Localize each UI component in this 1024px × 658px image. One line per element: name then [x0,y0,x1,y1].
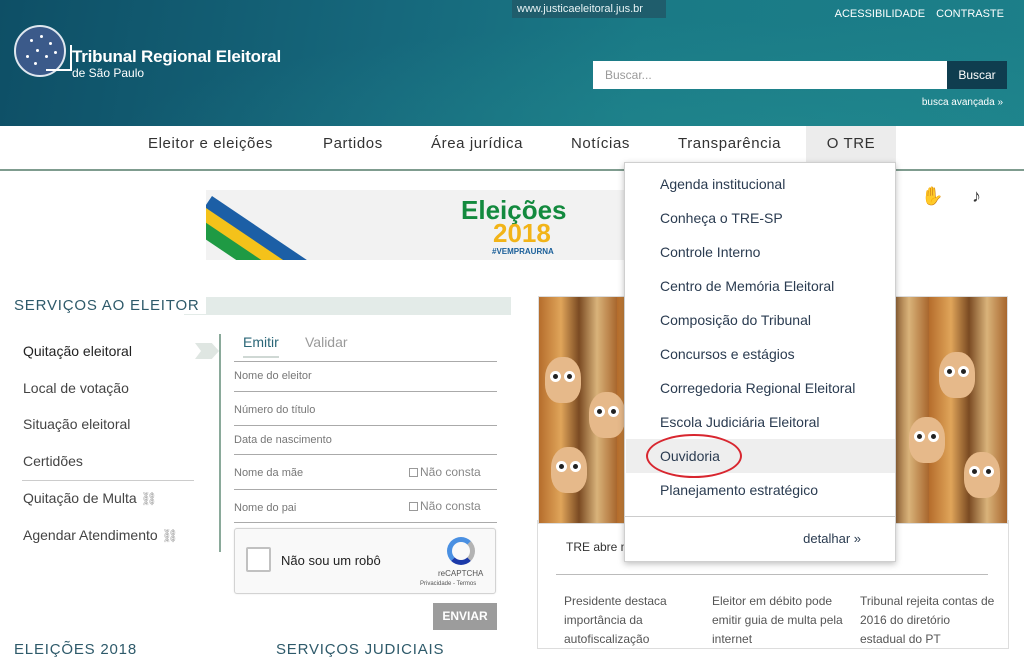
svc-certidoes[interactable]: Certidões [23,453,83,469]
search-input[interactable] [593,61,947,89]
svc-quitacao-multa[interactable]: Quitação de Multa ⛓ [23,490,157,507]
field-line [234,489,497,490]
checkbox-icon [409,502,418,511]
org-name[interactable]: Tribunal Regional Eleitoral [72,47,281,67]
news-caption[interactable]: TRE abre m [566,540,631,554]
field-nome-pai[interactable]: Nome do pai [234,502,296,514]
svc-situacao-eleitoral[interactable]: Situação eleitoral [23,416,130,432]
svc-agendar[interactable]: Agendar Atendimento ⛓ [23,527,178,544]
top-links: ACESSIBILIDADE CONTRASTE [827,8,1004,20]
nav-o-tre[interactable]: O TRE [806,126,896,162]
recaptcha-checkbox[interactable] [246,547,271,572]
logo-frame [46,45,72,71]
menu-planejamento[interactable]: Planejamento estratégico [660,482,818,498]
toy-face [964,452,1000,498]
selected-arrow-icon [195,343,219,359]
portal-url[interactable]: www.justicaeleitoral.jus.br [512,0,666,18]
main-nav: Eleitor e eleições Partidos Área jurídic… [0,126,1024,162]
form-vertical-line [219,334,221,552]
services-divider [22,480,194,481]
field-line [234,425,497,426]
tab-validar[interactable]: Validar [305,334,348,350]
menu-conheca[interactable]: Conheça o TRE-SP [660,210,783,226]
toy-face [589,392,625,438]
svc-quitacao-multa-label: Quitação de Multa [23,490,137,506]
toy-face [939,352,975,398]
nav-partidos[interactable]: Partidos [323,126,383,162]
nav-noticias[interactable]: Notícias [571,126,630,162]
menu-concursos[interactable]: Concursos e estágios [660,346,795,362]
banner-year: 2018 [493,218,551,248]
menu-detalhar-link[interactable]: detalhar » [803,531,861,546]
contrast-link[interactable]: CONTRASTE [936,8,1004,20]
recaptcha-widget: Não sou um robô reCAPTCHA Privacidade - … [234,528,496,594]
accessibility-link[interactable]: ACESSIBILIDADE [835,8,925,20]
org-subtitle[interactable]: de São Paulo [72,66,144,80]
link-icon: ⛓ [140,491,158,506]
svc-local-votacao[interactable]: Local de votação [23,380,129,396]
field-line [234,522,497,523]
menu-separator [625,516,895,517]
checkbox-label: Não consta [420,499,481,513]
services-title-band [184,297,511,315]
news-item-3[interactable]: Tribunal rejeita contas de 2016 do diret… [860,592,996,649]
audio-description-icon[interactable]: ♪ [972,186,981,207]
search-button[interactable]: Buscar [947,61,1007,89]
link-icon: ⛓ [161,528,179,543]
recaptcha-terms[interactable]: Privacidade - Termos [420,581,476,587]
news-item-2[interactable]: Eleitor em débito pode emitir guia de mu… [712,592,848,649]
tabs-underline [234,361,497,362]
news-separator [556,574,988,575]
menu-corregedoria[interactable]: Corregedoria Regional Eleitoral [660,380,855,396]
field-line [234,391,497,392]
sign-language-icon[interactable]: ✋ [921,186,943,207]
site-header: www.justicaeleitoral.jus.br Tribunal Reg… [0,0,1024,126]
banner-hashtag: #VEMPRAURNA [492,247,554,256]
nav-eleitor[interactable]: Eleitor e eleições [148,126,273,162]
recaptcha-brand: reCAPTCHA [438,569,484,578]
menu-agenda[interactable]: Agenda institucional [660,176,785,192]
field-line [234,454,497,455]
toy-face [909,417,945,463]
judicial-services-title[interactable]: SERVIÇOS JUDICIAIS [276,641,444,658]
field-nome-eleitor[interactable]: Nome do eleitor [234,370,312,382]
checkbox-pai-nao-consta[interactable]: Não consta [409,499,481,513]
tab-emitir[interactable]: Emitir [243,334,279,358]
elections-2018-title[interactable]: ELEIÇÕES 2018 [14,641,137,658]
o-tre-dropdown-menu: Agenda institucional Conheça o TRE-SP Co… [624,162,896,562]
checkbox-mae-nao-consta[interactable]: Não consta [409,465,481,479]
toy-face [551,447,587,493]
field-data-nascimento[interactable]: Data de nascimento [234,434,332,446]
nav-area-juridica[interactable]: Área jurídica [431,126,523,162]
menu-controle-interno[interactable]: Controle Interno [660,244,760,260]
menu-escola-judiciaria[interactable]: Escola Judiciária Eleitoral [660,414,820,430]
svc-agendar-label: Agendar Atendimento [23,527,158,543]
send-button[interactable]: ENVIAR [433,603,497,630]
checkbox-label: Não consta [420,465,481,479]
toy-face [545,357,581,403]
checkbox-icon [409,468,418,477]
menu-ouvidoria[interactable]: Ouvidoria [660,448,720,464]
svc-quitacao-eleitoral[interactable]: Quitação eleitoral [23,343,132,359]
news-item-1[interactable]: Presidente destaca importância da autofi… [564,592,700,649]
recaptcha-logo-icon [447,537,475,565]
field-nome-mae[interactable]: Nome da mãe [234,467,303,479]
field-numero-titulo[interactable]: Número do título [234,404,315,416]
services-title: SERVIÇOS AO ELEITOR [14,297,206,314]
advanced-search-link[interactable]: busca avançada » [922,97,1003,108]
nav-transparencia[interactable]: Transparência [678,126,781,162]
menu-composicao[interactable]: Composição do Tribunal [660,312,811,328]
recaptcha-label: Não sou um robô [281,553,381,568]
menu-centro-memoria[interactable]: Centro de Memória Eleitoral [660,278,834,294]
